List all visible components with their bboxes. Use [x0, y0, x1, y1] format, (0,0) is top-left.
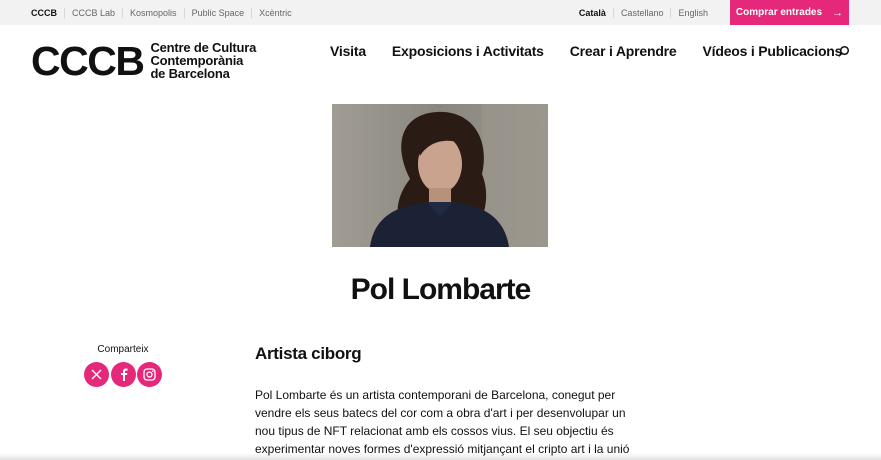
cccb-logo[interactable]: CCCB Centre de Cultura Contemporània de …: [31, 37, 256, 84]
site-link-public-space[interactable]: Public Space: [183, 7, 252, 18]
nav-item-crear[interactable]: Crear i Aprendre: [570, 43, 677, 59]
share-label: Comparteix: [97, 344, 149, 355]
logo-mark: CCCB: [31, 37, 145, 84]
buy-tickets-button[interactable]: Comprar entrades →: [730, 0, 849, 25]
nav-item-exposicions[interactable]: Exposicions i Activitats: [392, 43, 544, 59]
instagram-icon[interactable]: [137, 362, 162, 387]
site-links: CCCB CCCB Lab Kosmopolis Public Space Xc…: [31, 0, 299, 25]
artist-bio: Pol Lombarte és un artista contemporani …: [255, 388, 630, 456]
site-link-xcentric[interactable]: Xcèntric: [251, 7, 299, 18]
arrow-right-icon: →: [832, 6, 844, 19]
top-bar: CCCB CCCB Lab Kosmopolis Public Space Xc…: [0, 0, 881, 25]
site-link-kosmopolis[interactable]: Kosmopolis: [122, 7, 184, 18]
x-icon[interactable]: [84, 362, 109, 387]
share-panel: Comparteix: [84, 344, 162, 387]
logo-line-3: de Barcelona: [150, 66, 230, 81]
lang-castellano[interactable]: Castellano: [612, 7, 671, 18]
logo-wordmark: Centre de Cultura Contemporània de Barce…: [150, 41, 256, 80]
nav-item-videos[interactable]: Vídeos i Publicacions: [703, 43, 843, 59]
language-switcher: Català Castellano English: [572, 0, 715, 25]
lang-catala[interactable]: Català: [572, 8, 613, 18]
artist-subtitle: Artista ciborg: [255, 344, 362, 363]
site-link-cccb[interactable]: CCCB: [31, 8, 64, 18]
artist-portrait: [332, 104, 548, 247]
buy-tickets-label: Comprar entrades: [735, 7, 823, 18]
search-icon[interactable]: [838, 45, 850, 57]
site-link-cccb-lab[interactable]: CCCB Lab: [64, 7, 122, 18]
nav-item-visita[interactable]: Visita: [330, 43, 366, 59]
main-nav: Visita Exposicions i Activitats Crear i …: [330, 43, 868, 59]
artist-name: Pol Lombarte: [350, 273, 532, 306]
bottom-fade: [0, 453, 881, 460]
share-icons: [84, 362, 162, 387]
facebook-icon[interactable]: [110, 362, 136, 387]
lang-english[interactable]: English: [670, 7, 715, 18]
